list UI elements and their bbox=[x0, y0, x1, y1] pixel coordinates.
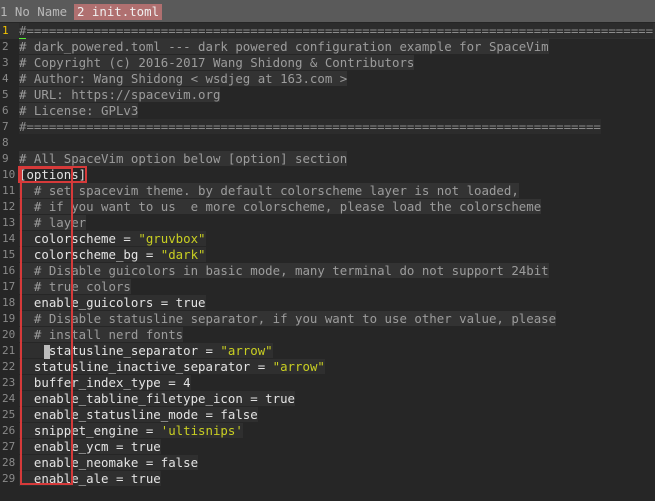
option-string-value: "dark" bbox=[160, 247, 206, 262]
line-number: 20 bbox=[2, 328, 16, 341]
buffer-line[interactable]: 11 # set spacevim theme. by default colo… bbox=[0, 183, 655, 199]
buffer-line[interactable]: 13 # layer bbox=[0, 215, 655, 231]
line-number: 9 bbox=[2, 152, 9, 165]
line-text: # if you want to us e more colorscheme, … bbox=[19, 199, 542, 215]
line-number: 25 bbox=[2, 408, 16, 421]
tab-no-name[interactable]: 1 No Name bbox=[0, 4, 67, 20]
line-number: 11 bbox=[2, 184, 16, 197]
line-number: 28 bbox=[2, 456, 16, 469]
line-number: 23 bbox=[2, 376, 16, 389]
text-cursor-marker bbox=[44, 345, 50, 359]
option-string-value: "arrow" bbox=[220, 343, 273, 358]
tab-number-label: 1 bbox=[0, 4, 15, 19]
tab-init-toml[interactable]: 2 init.toml bbox=[74, 4, 163, 20]
line-number: 18 bbox=[2, 296, 16, 309]
line-text: #=======================================… bbox=[19, 119, 601, 135]
buffer-line[interactable]: 29 enable_ale = true bbox=[0, 471, 655, 487]
line-number: 5 bbox=[2, 88, 9, 101]
line-number: 26 bbox=[2, 424, 16, 437]
line-number: 2 bbox=[2, 40, 9, 53]
tabline: 1 No Name 2 init.toml bbox=[0, 0, 655, 22]
line-number: 24 bbox=[2, 392, 16, 405]
buffer-line[interactable]: 21 statusline_separator = "arrow" bbox=[0, 343, 655, 359]
line-text: # set spacevim theme. by default colorsc… bbox=[19, 183, 519, 199]
option-string-value: "gruvbox" bbox=[138, 231, 206, 246]
comment-text: # Author: Wang Shidong < wsdjeg at 163.c… bbox=[19, 71, 348, 86]
buffer-line[interactable]: 14 colorscheme = "gruvbox" bbox=[0, 231, 655, 247]
buffer-line[interactable]: 18 enable_guicolors = true bbox=[0, 295, 655, 311]
line-number: 1 bbox=[2, 24, 9, 37]
line-text: # dark_powered.toml --- dark powered con… bbox=[19, 39, 549, 55]
buffer-line[interactable]: 16 # Disable guicolors in basic mode, ma… bbox=[0, 263, 655, 279]
line-text: #=======================================… bbox=[19, 23, 654, 39]
separator-text: #=======================================… bbox=[19, 23, 654, 38]
line-number: 29 bbox=[2, 472, 16, 485]
line-number: 21 bbox=[2, 344, 16, 357]
annotation-highlight-box bbox=[20, 167, 73, 485]
comment-text: # dark_powered.toml --- dark powered con… bbox=[19, 39, 549, 54]
line-text: # Disable guicolors in basic mode, many … bbox=[19, 263, 549, 279]
line-number: 4 bbox=[2, 72, 9, 85]
comment-text: # All SpaceVim option below [option] sec… bbox=[19, 151, 348, 166]
line-text: # All SpaceVim option below [option] sec… bbox=[19, 151, 348, 167]
separator-text: #=======================================… bbox=[19, 119, 601, 134]
comment-text: # if you want to us e more colorscheme, … bbox=[19, 199, 542, 214]
buffer-line[interactable]: 27 enable_ycm = true bbox=[0, 439, 655, 455]
comment-text: # set spacevim theme. by default colorsc… bbox=[19, 183, 519, 198]
buffer-line[interactable]: 28 enable_neomake = false bbox=[0, 455, 655, 471]
line-number: 12 bbox=[2, 200, 16, 213]
buffer-line[interactable]: 22 statusline_inactive_separator = "arro… bbox=[0, 359, 655, 375]
buffer-line[interactable]: 3 # Copyright (c) 2016-2017 Wang Shidong … bbox=[0, 55, 655, 71]
line-number: 8 bbox=[2, 136, 9, 149]
buffer-line[interactable]: 4 # Author: Wang Shidong < wsdjeg at 163.… bbox=[0, 71, 655, 87]
buffer-line[interactable]: 5 # URL: https://spacevim.org bbox=[0, 87, 655, 103]
line-number: 6 bbox=[2, 104, 9, 117]
line-number: 15 bbox=[2, 248, 16, 261]
buffer-line[interactable]: 10 [options] bbox=[0, 166, 655, 183]
option-string-value: 'ultisnips' bbox=[160, 423, 243, 438]
line-text: # Author: Wang Shidong < wsdjeg at 163.c… bbox=[19, 71, 348, 87]
comment-text: # URL: https://spacevim.org bbox=[19, 87, 221, 102]
buffer-line[interactable]: 15 colorscheme_bg = "dark" bbox=[0, 247, 655, 263]
line-number: 13 bbox=[2, 216, 16, 229]
line-number: 17 bbox=[2, 280, 16, 293]
line-text: # License: GPLv3 bbox=[19, 103, 139, 119]
line-number: 14 bbox=[2, 232, 16, 245]
tab-no-name-label: No Name bbox=[14, 4, 68, 19]
line-text: # Disable statusline separator, if you w… bbox=[19, 311, 557, 327]
line-number: 7 bbox=[2, 120, 9, 133]
buffer-line[interactable]: 7 #======================================… bbox=[0, 119, 655, 135]
comment-text: # Disable statusline separator, if you w… bbox=[19, 311, 557, 326]
line-text: # Copyright (c) 2016-2017 Wang Shidong &… bbox=[19, 55, 415, 71]
comment-text: # Disable guicolors in basic mode, many … bbox=[19, 263, 549, 278]
buffer-line[interactable]: 12 # if you want to us e more colorschem… bbox=[0, 199, 655, 215]
buffer-line[interactable]: 24 enable_tabline_filetype_icon = true bbox=[0, 391, 655, 407]
line-number: 3 bbox=[2, 56, 9, 69]
line-number: 19 bbox=[2, 312, 16, 325]
line-number: 22 bbox=[2, 360, 16, 373]
buffer-line[interactable]: 20 # install nerd fonts bbox=[0, 327, 655, 343]
comment-text: # Copyright (c) 2016-2017 Wang Shidong &… bbox=[19, 55, 415, 70]
buffer-line[interactable]: 9 # All SpaceVim option below [option] se… bbox=[0, 151, 655, 167]
line-number: 27 bbox=[2, 440, 16, 453]
buffer-line[interactable]: 8 bbox=[0, 135, 655, 151]
line-number: 10 bbox=[2, 168, 16, 181]
comment-text: # License: GPLv3 bbox=[19, 103, 139, 118]
buffer-line[interactable]: 19 # Disable statusline separator, if yo… bbox=[0, 311, 655, 327]
buffer-line[interactable]: 26 snippet_engine = 'ultisnips' bbox=[0, 423, 655, 439]
buffer-line[interactable]: 17 # true colors bbox=[0, 279, 655, 295]
buffer-line[interactable]: 2 # dark_powered.toml --- dark powered co… bbox=[0, 39, 655, 55]
line-number: 16 bbox=[2, 264, 16, 277]
vim-editor[interactable]: 1 No Name 2 init.toml 1 #================… bbox=[0, 0, 655, 501]
line-text: # URL: https://spacevim.org bbox=[19, 87, 221, 103]
buffer-line[interactable]: 25 enable_statusline_mode = false bbox=[0, 407, 655, 423]
option-string-value: "arrow" bbox=[272, 359, 325, 374]
buffer-line[interactable]: 1 #======================================… bbox=[0, 23, 655, 39]
buffer-line[interactable]: 23 buffer_index_type = 4 bbox=[0, 375, 655, 391]
buffer-line[interactable]: 6 # License: GPLv3 bbox=[0, 103, 655, 119]
